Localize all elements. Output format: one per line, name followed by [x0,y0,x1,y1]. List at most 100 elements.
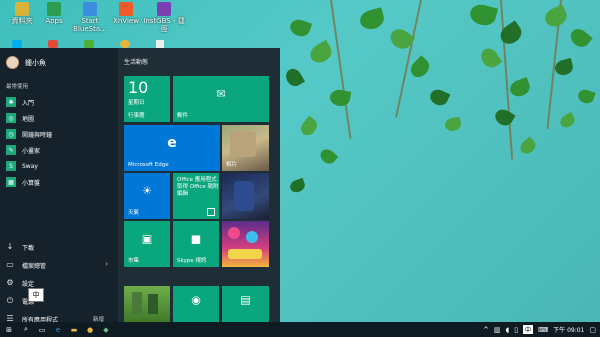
taskbar-explorer[interactable]: ▬ [66,322,82,337]
photo-thumbnail [230,131,256,157]
settings-label: 設定 [22,280,35,288]
settings-item[interactable]: ⚙ 設定 [6,274,114,292]
shopping-bag-icon: ▣ [141,232,153,246]
desktop-icons: 資料夾 Apps Start BlueSta... XnView InstGBS… [0,0,280,40]
ivy-leaf [317,146,339,167]
ivy-leaf [283,65,305,90]
sway-icon: S [6,161,16,171]
tile-movies-tv[interactable]: ▤ [222,286,269,322]
desktop-icon-label: InstGBS - 捷徑 [143,17,185,33]
tile-edge[interactable]: e Microsoft Edge [124,125,220,171]
tile-groove-music[interactable]: ◉ [173,286,219,322]
app-item-sway[interactable]: S Sway [6,158,114,174]
tile-label: Microsoft Edge [128,162,169,168]
ivy-leaf [306,39,336,67]
avatar [6,56,19,69]
tile-calendar[interactable]: 10 星期日 行事曆 [124,76,170,122]
keyboard-icon[interactable]: ⌨ [538,326,548,334]
file-explorer-item[interactable]: ▭ 檔案總管 › [6,256,114,274]
app-icon[interactable] [48,40,58,48]
tile-group-label: 生活動態 [124,59,149,66]
ime-popup: 中 [28,288,44,302]
calendar-weekday: 星期日 [128,100,145,106]
folder-icon: ▭ [6,260,14,269]
edge-icon: e [55,325,61,334]
app-item-get-started[interactable]: ✱ 入門 [6,94,114,110]
instgbs-icon [157,2,171,16]
start-button[interactable]: ⊞ [0,322,18,337]
ivy-leaf [507,77,533,99]
desktop-icon-instgbs[interactable]: InstGBS - 捷徑 [142,2,186,33]
gear-icon: ⚙ [6,278,14,287]
tile-store[interactable]: ▣ 市集 [124,221,170,267]
chevron-right-icon[interactable]: › [105,260,108,268]
download-icon: ↓ [6,242,14,251]
user-name: 鍾小魚 [25,58,46,67]
chrome-icon[interactable] [120,40,130,48]
ime-indicator[interactable]: 中 [523,325,534,334]
task-view-icon: ▭ [38,325,46,334]
volume-icon[interactable]: ◖ [505,326,509,334]
desktop-icon-apps[interactable]: Apps [34,2,74,25]
tile-news[interactable] [222,173,269,219]
candy-icon [246,231,258,243]
file-explorer-label: 檔案總管 [22,262,47,270]
taskbar: ⊞ ⌕ ▭ e ▬ ● ◆ ^ ▥ ◖ ▯ 中 ⌨ 下午 09:01 ▢ [0,322,600,337]
candy-icon [228,227,240,239]
app-item-maps[interactable]: ◎ 地圖 [6,110,114,126]
network-icon[interactable]: ▥ [494,326,501,334]
app-label: 鬧鐘與時鐘 [22,131,53,139]
tile-candy-crush[interactable] [222,221,269,267]
tile-mail[interactable]: ✉ 郵件 [173,76,269,122]
calculator-icon: ▦ [6,177,16,187]
battery-icon[interactable]: ▯ [514,326,518,334]
ivy-leaf [297,115,321,139]
ivy-leaf [477,45,503,71]
alarm-icon: ◷ [6,129,16,139]
bluestacks-icon[interactable] [84,40,94,48]
folder-icon [15,2,29,16]
system-tray: ^ ▥ ◖ ▯ 中 ⌨ 下午 09:01 ▢ [483,322,596,337]
app-item-calculator[interactable]: ▦ 小算盤 [6,174,114,190]
search-button[interactable]: ⌕ [18,322,34,337]
desktop-icon-label: Apps [45,17,63,25]
tile-label: Skype 視訊 [177,258,207,264]
app-icon: ◆ [103,325,109,334]
chevron-up-icon[interactable]: ^ [483,326,489,334]
ivy-leaf [407,55,433,81]
app-item-paint[interactable]: ✎ 小畫家 [6,142,114,158]
tile-skype-video[interactable]: ■ Skype 視訊 [173,221,219,267]
most-used-list: ✱ 入門 ◎ 地圖 ◷ 鬧鐘與時鐘 ✎ 小畫家 S Sway ▦ 小算盤 [6,94,114,190]
taskbar-app[interactable]: ◆ [98,322,114,337]
user-account[interactable]: 鍾小魚 [6,56,46,69]
app-label: 小畫家 [22,147,41,155]
power-item[interactable]: ⏻ 電源 [6,292,114,310]
minecraft-character [148,294,158,314]
app-item-alarms[interactable]: ◷ 鬧鐘與時鐘 [6,126,114,142]
tile-photos[interactable]: 相片 [222,125,269,171]
app-label: 小算盤 [22,179,41,187]
tile-weather[interactable]: ☀ 天氣 [124,173,170,219]
skype-icon[interactable] [12,40,22,48]
ivy-leaf [553,57,575,78]
document-icon[interactable] [156,40,164,48]
app-label: 地圖 [22,115,35,123]
ivy-leaf [576,87,596,106]
taskbar-chrome[interactable]: ● [82,322,98,337]
tile-office[interactable]: Office 應用程式 取得 Office 隨附 編輯 [173,173,219,219]
power-icon: ⏻ [6,296,14,305]
tile-minecraft[interactable] [124,286,170,322]
desktop-icon-bluestacks[interactable]: Start BlueSta... [70,2,110,33]
downloads-item[interactable]: ↓ 下載 [6,238,114,256]
tile-label: 行事曆 [128,113,145,119]
desktop-icon-xnview[interactable]: XnView [106,2,146,25]
taskbar-edge[interactable]: e [50,322,66,337]
action-center-icon[interactable]: ▢ [589,326,596,334]
search-icon: ⌕ [24,325,28,333]
task-view-button[interactable]: ▭ [34,322,50,337]
map-icon: ◎ [6,113,16,123]
ivy-leaf [328,88,352,108]
sun-icon: ☀ [142,184,152,198]
desktop-icon-label: Start BlueSta... [73,17,107,33]
clock[interactable]: 下午 09:01 [553,325,584,334]
